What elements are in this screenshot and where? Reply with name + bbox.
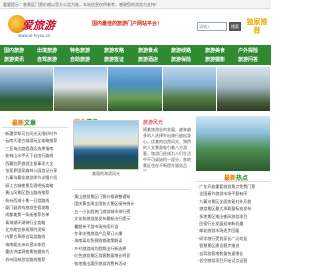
list-item[interactable]: 邮轮旅游市场逐步回暖	[197, 227, 269, 234]
panel-divider	[72, 189, 190, 190]
list-item[interactable]: 新疆伊犁河谷风光无限好时节	[3, 130, 67, 137]
site-logo[interactable]: 爱旅游 www.ai-lvyou.cn	[8, 13, 58, 41]
logo-text: 爱旅游	[22, 19, 55, 32]
list-item[interactable]: 全国春节旅游市场平稳有序	[197, 190, 269, 197]
list-item[interactable]: 低空旅游项目开始试点运营	[197, 257, 269, 264]
featured-label[interactable]: 独家推荐	[246, 18, 268, 38]
list-item[interactable]: 红色旅游景区游客数量增长明显	[72, 252, 190, 259]
list-item[interactable]: 九寨沟景区全面恢复对外开放	[197, 198, 269, 205]
panel-title: 最新文章	[12, 118, 36, 127]
list-item[interactable]: 智慧景区建设稳步推进	[197, 242, 269, 249]
nav-item[interactable]: 旅游摄影	[205, 55, 225, 65]
list-item[interactable]: 黄山旅游景区门票价格调整通知	[72, 193, 190, 200]
list-item[interactable]: 苏州园林游览路线推荐	[3, 256, 67, 263]
list-item[interactable]: 桂林山水甲天下自由行路线	[3, 152, 67, 159]
search-input[interactable]: 请输入	[197, 22, 227, 31]
logo-url: www.ai-lvyou.cn	[18, 33, 51, 38]
list-item[interactable]: 自驾游营地数量快速增长	[197, 250, 269, 257]
list-item[interactable]: 文化和旅游部发布最新出行提示	[72, 215, 190, 222]
nav-item[interactable]: 自驾旅游	[37, 55, 57, 65]
panel-title-main: 文章	[24, 120, 37, 127]
nav-item[interactable]: 旅游签证	[104, 55, 124, 65]
list-item[interactable]: 成都美食一条街推荐名单	[3, 211, 67, 218]
feature-title[interactable]: 旅游风光	[143, 119, 163, 126]
latest-articles-list: 新疆伊犁河谷风光无限好时节 云南大理古城游玩全攻略推荐 三亚海边度假酒店选择指南…	[3, 130, 67, 263]
list-item[interactable]: 国庆黄金周全国各大景区接待统计	[72, 200, 190, 207]
list-item[interactable]: 旅游景区最大承载量标准发布	[197, 205, 269, 212]
panel-divider	[2, 127, 68, 128]
list-item[interactable]: 青海湖环湖骑行全攻略	[3, 219, 67, 226]
list-item[interactable]: 杭州西湖十景一日游路线	[3, 197, 67, 204]
nav-item[interactable]: 旅游资讯	[4, 55, 24, 65]
banner-photo[interactable]	[216, 67, 272, 111]
list-item[interactable]: 重庆洪崖洞夜景拍摄技巧	[3, 248, 67, 255]
list-item[interactable]: 九寨沟最佳旅游季节详细介绍	[3, 174, 67, 181]
panel-title-accent: 最新	[12, 120, 25, 127]
site-slogan: 国内最佳的旅游门户网站平台！	[92, 21, 163, 27]
nav-item[interactable]: 自助旅游	[70, 55, 90, 65]
banner-photo[interactable]	[162, 67, 217, 111]
list-item[interactable]: 冬季冰雪旅游产品预订火爆	[72, 230, 190, 237]
list-item[interactable]: 暑期亲子游市场持续升温	[72, 223, 190, 230]
top-notice-bar: 重要提示：各景区门票价格以官方公告为准，本站信息仅供参考，感谢您的浏览与支持！	[0, 0, 271, 9]
hot-topics-photo[interactable]	[196, 116, 270, 171]
list-item[interactable]: 内蒙古草原自驾游路线	[3, 233, 67, 240]
feature-block: 美丽的海滨风光 旅游风光 随着旅游业的发展，越来越多的人选择外出旅行放松身心。优…	[73, 118, 193, 178]
site-header: 爱旅游 www.ai-lvyou.cn 国内最佳的旅游门户网站平台！ 请输入 搜…	[0, 9, 271, 45]
list-item[interactable]: 云南大理古城游玩全攻略推荐	[3, 137, 67, 144]
banner-photo[interactable]	[54, 67, 109, 111]
list-item[interactable]: 多地景区推出夜间旅游项目	[197, 213, 269, 220]
list-item[interactable]: 黄山风景区登山路线推荐	[3, 189, 67, 196]
list-item[interactable]: 北京故宫参观预约须知	[3, 226, 67, 233]
banner-photo[interactable]	[0, 67, 55, 111]
hot-topics-list: 广东开放重要旅游景点免费门票 全国春节旅游市场平稳有序 九寨沟景区全面恢复对外开…	[197, 183, 269, 269]
list-item[interactable]: 厦门鼓浪屿旅游住宿攻略	[3, 204, 67, 211]
list-item[interactable]: 广东开放重要旅游景点免费门票	[197, 183, 269, 190]
list-item[interactable]: 海南离岛免税购物政策解读	[72, 237, 190, 244]
list-item[interactable]: 张家界国家森林公园游记分享	[3, 167, 67, 174]
panel-divider	[196, 181, 270, 182]
list-item[interactable]: 三亚海边度假酒店选择指南	[3, 145, 67, 152]
list-item[interactable]: 西藏拉萨旅游注意事项大全	[3, 160, 67, 167]
main-nav: 国内旅游 出境旅游 特色旅游 旅游攻略 旅游景点 旅游线路 旅游美食 户外探险 …	[0, 45, 271, 65]
feature-photo[interactable]	[73, 120, 139, 170]
feature-caption: 美丽的海滨风光	[92, 171, 120, 176]
list-item[interactable]: 研学旅行受到家长广泛欢迎	[197, 235, 269, 242]
list-item[interactable]: 乡村旅游成为假期出行新选择	[72, 245, 190, 252]
photo-banner	[0, 67, 272, 111]
list-item[interactable]: 民宿行业发展迎来新机遇	[197, 220, 269, 227]
latest-articles-panel: 最新文章 新疆伊犁河谷风光无限好时节 云南大理古城游玩全攻略推荐 三亚海边度假酒…	[2, 116, 68, 271]
nav-item[interactable]: 旅游问答	[238, 55, 258, 65]
list-item[interactable]: 各地推出惠民旅游消费券活动	[72, 260, 190, 267]
industry-news-list: 黄山旅游景区门票价格调整通知 国庆黄金周全国各大景区接待统计 五一小长假热门旅游…	[72, 193, 190, 269]
search-button[interactable]: 搜索	[229, 22, 241, 31]
banner-photo[interactable]	[108, 67, 163, 111]
nav-item[interactable]: 旅游保险	[171, 55, 191, 65]
list-item[interactable]: 五一小长假热门旅游城市排行榜	[72, 208, 190, 215]
list-item[interactable]: 丽江古城夜景及酒吧街攻略	[3, 182, 67, 189]
feature-summary: 随着旅游业的发展，越来越多的人选择外出旅行放松身心。优美的自然风光、独特的人文景…	[143, 127, 191, 171]
nav-item[interactable]: 旅游酒店	[138, 55, 158, 65]
list-item[interactable]: 海南蜈支洲岛潜水体验	[3, 241, 67, 248]
top-notice-text: 重要提示：各景区门票价格以官方公告为准，本站信息仅供参考，感谢您的浏览与支持！	[3, 2, 159, 7]
